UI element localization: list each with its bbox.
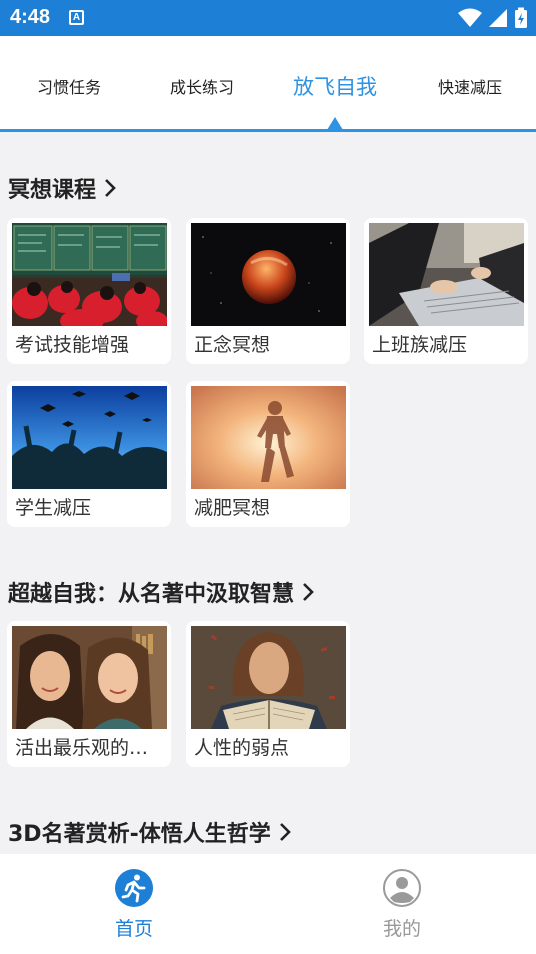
book-card[interactable]: 活出最乐观的… [7, 621, 171, 767]
book-card[interactable]: 人性的弱点 [186, 621, 350, 767]
book-card-title: 活出最乐观的… [15, 737, 149, 759]
top-tab-bar: 习惯任务 成长练习 放飞自我 快速减压 [0, 36, 536, 132]
nav-profile[interactable]: 我的 [357, 868, 447, 941]
nav-profile-label: 我的 [382, 918, 421, 940]
course-card[interactable]: 上班族减压 [364, 218, 528, 364]
section-title: 3D名著赏析-体悟人生哲学 [8, 822, 271, 847]
course-card-title: 考试技能增强 [15, 334, 130, 356]
tab-let-yourself-go[interactable]: 放飞自我 [293, 71, 377, 101]
office-laptop-image [369, 223, 524, 326]
course-card[interactable]: 减肥冥想 [186, 381, 350, 527]
section-title: 超越自我：从名著中汲取智慧 [8, 582, 295, 607]
status-time: 4:48 [10, 6, 51, 28]
course-card-title: 减肥冥想 [194, 497, 271, 519]
sunset-runner-image [191, 386, 346, 489]
course-card[interactable]: 考试技能增强 [7, 218, 171, 364]
status-bar: 4:48 A [0, 0, 536, 36]
tab-quick-decompress[interactable]: 快速减压 [438, 74, 502, 98]
chevron-right-icon [279, 823, 291, 841]
cellular-signal-icon [489, 9, 507, 27]
chevron-right-icon [303, 583, 314, 601]
tab-growth-practice[interactable]: 成长练习 [170, 74, 234, 98]
man-reading-book-image [191, 626, 346, 729]
course-card-title: 学生减压 [15, 497, 92, 519]
notification-icon: A [69, 10, 84, 25]
system-icons [458, 6, 528, 30]
section-header-3d-classics[interactable]: 3D名著赏析-体悟人生哲学 [8, 816, 293, 848]
section-title: 冥想课程 [8, 178, 97, 203]
tab-habit-tasks[interactable]: 习惯任务 [37, 74, 101, 98]
course-card-title: 正念冥想 [194, 334, 271, 356]
nav-home-label: 首页 [114, 918, 153, 940]
nav-home[interactable]: 首页 [89, 868, 179, 941]
book-card-title: 人性的弱点 [194, 737, 290, 759]
section-header-meditation[interactable]: 冥想课程 [8, 172, 118, 204]
graduation-caps-image [12, 386, 167, 489]
running-person-icon [115, 869, 153, 907]
two-smiling-women-image [12, 626, 167, 729]
course-card[interactable]: 学生减压 [7, 381, 171, 527]
classroom-students-image [12, 223, 167, 326]
course-card-title: 上班族减压 [372, 334, 468, 356]
wifi-icon [458, 8, 482, 27]
chevron-right-icon [105, 179, 116, 197]
course-card[interactable]: 正念冥想 [186, 218, 350, 364]
blood-moon-image [191, 223, 346, 326]
tab-underline [0, 129, 536, 132]
bottom-navigation: 首页 我的 [0, 854, 536, 954]
section-header-classics-wisdom[interactable]: 超越自我：从名著中汲取智慧 [8, 576, 316, 608]
user-profile-icon [383, 869, 421, 907]
battery-charging-icon [515, 7, 527, 28]
